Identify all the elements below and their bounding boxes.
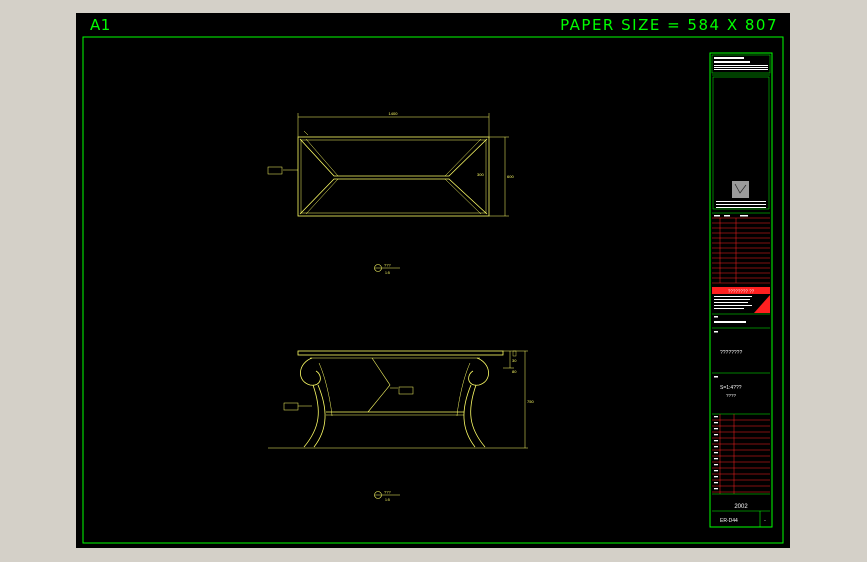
front-height-dimension: 750 [527, 399, 534, 404]
top-view-section-mark[interactable]: ??? 1:5 [374, 263, 401, 276]
drawing-border [82, 36, 784, 544]
front-view-section-mark[interactable]: ??? 1:5 [374, 490, 401, 503]
sheet-number: - [764, 518, 766, 524]
drawing-number: ER-D44 [720, 518, 738, 524]
cad-drawing-canvas[interactable]: 1400 600 300 ??? 1:5 30 80 750 ??? 1:5 ?… [76, 13, 790, 548]
front-section-scale: 1:5 [385, 498, 390, 502]
name-note: ???????? [720, 350, 742, 356]
top-view[interactable] [267, 113, 509, 217]
company-logo-text [714, 57, 768, 70]
left-leg-outer [303, 384, 319, 448]
sheet-size-label: A1 [90, 16, 111, 34]
red-triangle-mark [754, 295, 770, 313]
tabletop-outline [297, 136, 490, 217]
left-leg-scroll [300, 357, 321, 386]
scale-sub-note: ???? [726, 393, 737, 398]
top-section-scale: 1:5 [385, 271, 390, 275]
approval-table [712, 414, 770, 494]
right-leg-scroll [468, 357, 489, 386]
stretcher-upper [299, 138, 488, 177]
top-section-mark-text: ??? [384, 263, 391, 268]
revision-table [712, 217, 770, 284]
paper-size-label: PAPER SIZE = 584 X 807 [560, 16, 778, 34]
scale-note: S=1:4??? [720, 385, 742, 391]
front-view[interactable] [268, 350, 528, 449]
title-block[interactable]: ???????? ?? ???????? S=1:4??? ???? 2002 … [709, 52, 773, 528]
right-leg-outer [470, 384, 486, 448]
thumbnail-image [732, 181, 749, 198]
top-view-width-dimension: 1400 [389, 111, 399, 116]
front-mid-dimension: 80 [512, 369, 517, 374]
spec-line [714, 321, 746, 323]
top-view-height-dimension: 600 [507, 174, 514, 179]
stretcher-lower [299, 178, 488, 215]
front-section-mark-text: ??? [384, 490, 391, 495]
top-view-inner-dimension: 300 [477, 172, 484, 177]
tabletop-inner-outline [300, 139, 487, 214]
company-banner-text: ???????? ?? [728, 289, 755, 294]
drawing-sheet: 1400 600 300 ??? 1:5 30 80 750 ??? 1:5 ?… [76, 13, 790, 548]
front-tabletop [297, 350, 504, 356]
front-top-dimension: 30 [512, 358, 517, 363]
stretcher-edges [305, 138, 482, 215]
drawing-year: 2002 [734, 504, 748, 510]
